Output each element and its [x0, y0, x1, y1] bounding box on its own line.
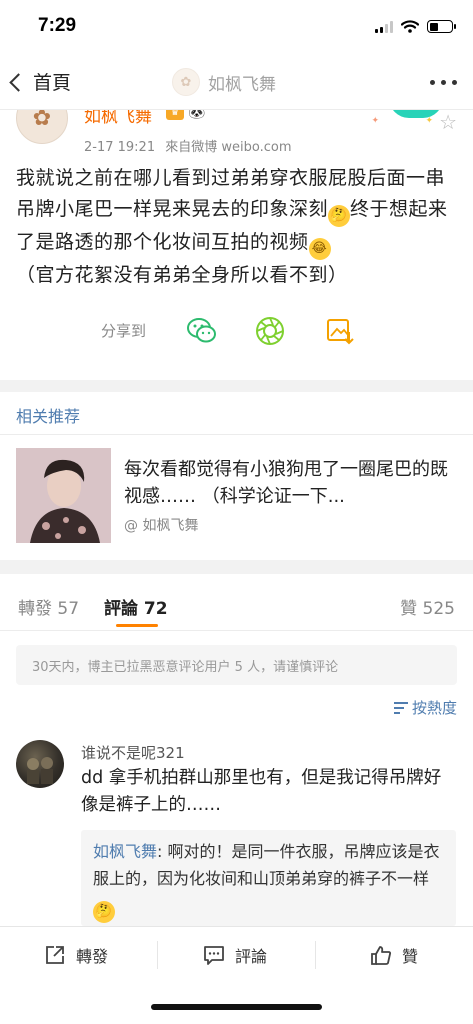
battery-icon — [427, 20, 456, 33]
like-button[interactable]: 贊 — [370, 943, 418, 967]
share-label: 分享到 — [101, 322, 147, 340]
tab-likes-count: 525 — [422, 599, 455, 619]
repost-icon — [46, 946, 64, 964]
share-row: 分享到 — [0, 308, 473, 352]
post-date: 2-17 19:21 — [84, 140, 156, 155]
decoration-badge — [389, 110, 443, 118]
repost-label: 轉發 — [76, 947, 109, 966]
tab-comments-count: 72 — [143, 599, 168, 619]
star-icon[interactable]: ☆ — [439, 110, 457, 134]
divider — [157, 941, 158, 969]
wifi-icon — [401, 20, 419, 33]
author-badges: ♛ 🐼 — [166, 110, 205, 120]
status-icons — [375, 20, 456, 33]
back-label: 首頁 — [33, 72, 72, 94]
post-body: 我就说之前在哪儿看到过弟弟穿衣服屁股后面一串吊牌小尾巴一样晃来晃去的印象深刻 🤔 终… — [16, 163, 456, 291]
related-card[interactable]: 每次看都觉得有小狼狗甩了一圈尾巴的既视感…… （科学论证一下... @ 如枫飞舞 — [16, 448, 457, 543]
wechat-icon[interactable] — [185, 314, 219, 348]
status-time: 7:29 — [38, 15, 77, 36]
status-bar: 7:29 — [0, 0, 473, 56]
nav-bar: 首頁 ✿ 如枫飞舞 — [0, 56, 473, 110]
thinking-emoji-icon: 🤔 — [328, 205, 351, 227]
nav-title-group: ✿ 如枫飞舞 — [172, 68, 276, 96]
sort-button[interactable]: 按熱度 — [393, 697, 457, 718]
panda-badge-icon: 🐼 — [188, 110, 206, 120]
tab-likes[interactable]: 贊 525 — [400, 594, 455, 619]
commenter-avatar[interactable] — [16, 740, 64, 788]
related-author: @ 如枫飞舞 — [124, 518, 199, 534]
sparkle-icon: ✦ — [371, 116, 379, 126]
tab-comments[interactable]: 評論 72 — [104, 594, 168, 619]
like-label: 贊 — [402, 947, 419, 966]
nav-title: 如枫飞舞 — [208, 74, 276, 95]
section-separator — [0, 560, 473, 574]
vip-badge-icon: ♛ — [166, 110, 184, 120]
post-header: ✿ 如枫飞舞 ♛ 🐼 2-17 19:21 來自微博 weibo.com ✦ ✦… — [0, 110, 473, 158]
tab-reposts[interactable]: 轉發 57 — [18, 594, 79, 619]
sort-label: 按熱度 — [411, 699, 457, 717]
repost-button[interactable]: 轉發 — [44, 943, 108, 967]
post-meta: 2-17 19:21 來自微博 weibo.com — [84, 136, 298, 155]
author-avatar[interactable]: ✿ — [16, 110, 68, 144]
interaction-tabs: 轉發 57 評論 72 贊 525 — [0, 574, 473, 630]
chevron-left-icon — [9, 72, 28, 92]
comment-reply[interactable]: 如枫飞舞: 啊对的！是同一件衣服，吊牌应该是衣服上的，因为化妆间和山顶弟弟穿的裤… — [81, 830, 456, 926]
home-indicator[interactable] — [151, 1004, 322, 1010]
divider — [0, 630, 473, 631]
related-title: 相关推荐 — [16, 407, 81, 426]
related-text: 每次看都觉得有小狼狗甩了一圈尾巴的既视感…… （科学论证一下... — [124, 459, 448, 507]
commenter-name[interactable]: 谁说不是呢321 — [81, 742, 185, 763]
section-separator — [0, 380, 473, 392]
comment-label: 評論 — [235, 947, 268, 966]
tab-likes-label: 贊 — [400, 599, 418, 619]
comment-text: dd 拿手机拍群山那里也有，但是我记得吊牌好像是裤子上的…… — [81, 768, 442, 815]
cellular-signal-icon — [375, 20, 393, 33]
divider — [0, 434, 473, 435]
more-options-icon[interactable] — [430, 80, 457, 85]
comment-icon — [204, 946, 224, 965]
tab-reposts-count: 57 — [57, 599, 80, 619]
reply-author[interactable]: 如枫飞舞 — [93, 842, 157, 861]
moments-icon[interactable] — [253, 314, 287, 348]
related-thumbnail — [16, 448, 111, 543]
comment-button[interactable]: 評論 — [203, 943, 267, 967]
active-tab-indicator — [116, 624, 158, 627]
laughing-emoji-icon: 😂 — [308, 238, 331, 260]
tab-comments-label: 評論 — [104, 599, 138, 619]
tab-reposts-label: 轉發 — [18, 599, 52, 619]
comment-notice: 30天内，博主已拉黑恶意评论用户 5 人，请谨慎评论 — [16, 645, 457, 685]
comment-item: 谁说不是呢321 dd 拿手机拍群山那里也有，但是我记得吊牌好像是裤子上的…… … — [0, 738, 473, 928]
back-button[interactable]: 首頁 — [9, 68, 72, 95]
nav-avatar: ✿ — [172, 68, 200, 96]
divider — [315, 941, 316, 969]
save-image-icon[interactable] — [323, 314, 357, 348]
thinking-emoji-icon: 🤔 — [93, 901, 115, 923]
sparkle-icon: ✦ — [425, 116, 433, 126]
author-name[interactable]: 如枫飞舞 — [84, 110, 152, 127]
sort-icon — [393, 701, 408, 714]
post-source: 來自微博 weibo.com — [165, 140, 292, 155]
post-text-part3: （官方花絮没有弟弟全身所以看不到） — [16, 264, 348, 286]
thumbs-up-icon — [371, 946, 392, 965]
